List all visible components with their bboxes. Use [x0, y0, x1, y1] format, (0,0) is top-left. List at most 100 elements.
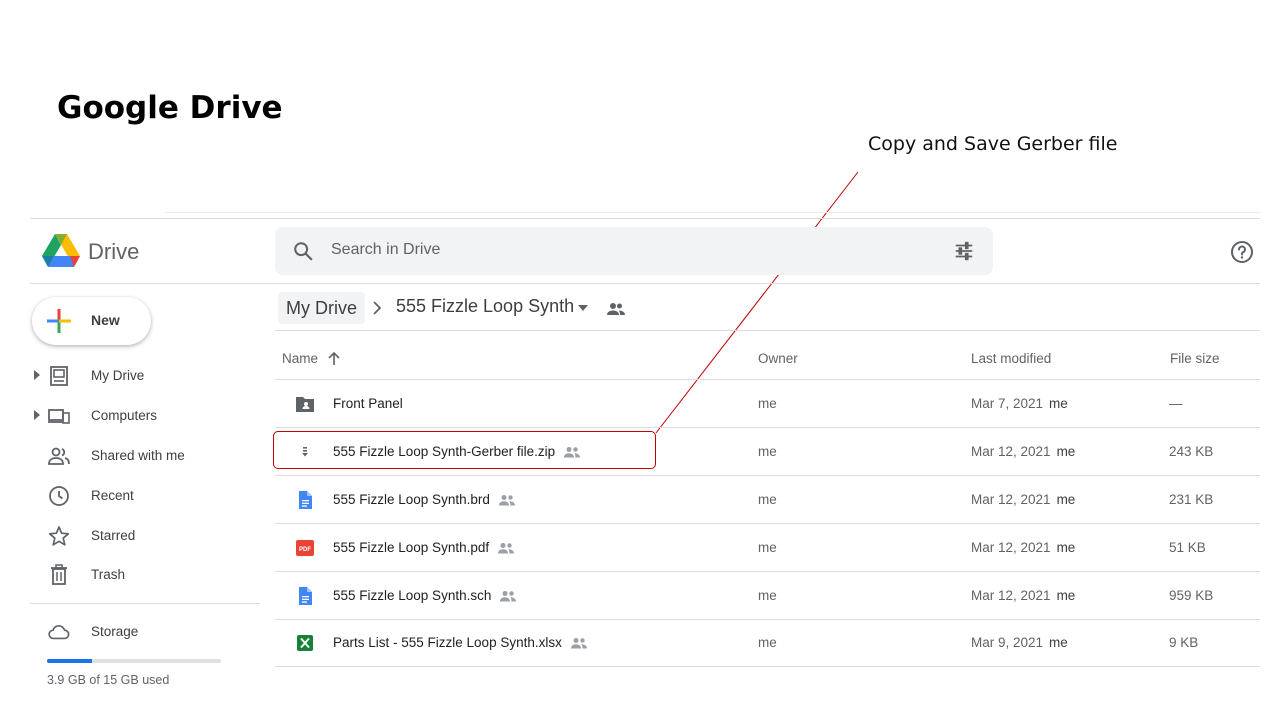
sidebar-item-starred[interactable]: Starred: [30, 516, 260, 556]
table-row[interactable]: Front Panel me Mar 7, 2021 me —: [275, 380, 1260, 428]
modified-by: me: [1049, 396, 1068, 411]
file-size: 231 KB: [1169, 492, 1214, 507]
file-last-modified: Mar 12, 2021 me: [971, 588, 1075, 603]
search-icon[interactable]: [292, 240, 314, 262]
file-last-modified: Mar 9, 2021 me: [971, 635, 1068, 650]
file-owner: me: [758, 444, 777, 459]
plus-icon: [47, 309, 71, 333]
shared-people-icon: [498, 543, 515, 554]
slide-title: Google Drive: [57, 90, 283, 126]
breadcrumb-current-folder[interactable]: 555 Fizzle Loop Synth: [396, 296, 574, 317]
expand-caret-icon[interactable]: [33, 370, 41, 380]
chevron-right-icon: [373, 301, 382, 315]
file-size: 959 KB: [1169, 588, 1214, 603]
file-owner: me: [758, 396, 777, 411]
storage-usage-fill: [47, 659, 93, 663]
sidebar-item-label: Recent: [91, 488, 134, 503]
table-row[interactable]: PDF 555 Fizzle Loop Synth.pdf me Mar 12,…: [275, 524, 1260, 572]
shared-people-icon: [500, 591, 517, 602]
shared-icon: [48, 447, 70, 465]
sidebar-item-my-drive[interactable]: My Drive: [30, 356, 260, 396]
column-header-file-size[interactable]: File size: [1170, 351, 1220, 366]
divider: [275, 330, 1260, 331]
file-name-text: 555 Fizzle Loop Synth.pdf: [333, 540, 490, 555]
divider: [165, 212, 1260, 213]
file-name[interactable]: 555 Fizzle Loop Synth.sch: [333, 588, 517, 603]
column-header-owner[interactable]: Owner: [758, 351, 798, 366]
shared-people-icon: [570, 638, 587, 649]
divider: [30, 283, 1260, 284]
sidebar-item-recent[interactable]: Recent: [30, 476, 260, 516]
file-last-modified: Mar 12, 2021 me: [971, 444, 1075, 459]
modified-date: Mar 7, 2021: [971, 396, 1044, 411]
document-file-icon: [299, 587, 312, 605]
file-name[interactable]: 555 Fizzle Loop Synth.brd: [333, 492, 516, 507]
trash-icon: [51, 564, 67, 585]
pdf-file-icon: PDF: [296, 540, 314, 556]
sidebar-item-label: Trash: [91, 567, 126, 582]
callout-text: Copy and Save Gerber file: [868, 133, 1118, 155]
file-name-text: Parts List - 555 Fizzle Loop Synth.xlsx: [333, 635, 562, 650]
modified-by: me: [1056, 588, 1076, 603]
sidebar-item-label: Storage: [91, 624, 139, 639]
divider: [30, 218, 1260, 219]
file-name[interactable]: 555 Fizzle Loop Synth.pdf: [333, 540, 515, 555]
file-name-text: 555 Fizzle Loop Synth.sch: [333, 588, 492, 603]
svg-text:PDF: PDF: [299, 547, 311, 553]
divider: [30, 603, 260, 604]
sidebar-item-shared-with-me[interactable]: Shared with me: [30, 436, 260, 476]
sidebar-item-label: Starred: [91, 528, 136, 543]
shared-people-icon: [498, 495, 515, 506]
file-name-text: 555 Fizzle Loop Synth.brd: [333, 492, 490, 507]
file-last-modified: Mar 12, 2021 me: [971, 540, 1075, 555]
column-header-last-modified[interactable]: Last modified: [971, 351, 1051, 366]
callout-highlight-box: [273, 431, 656, 469]
modified-date: Mar 12, 2021: [971, 540, 1051, 555]
column-header-name[interactable]: Name: [282, 351, 318, 366]
my-drive-icon: [50, 366, 68, 386]
shared-folder-people-icon[interactable]: [607, 300, 625, 318]
expand-caret-icon[interactable]: [33, 410, 41, 420]
cloud-icon: [48, 625, 70, 640]
modified-date: Mar 9, 2021: [971, 635, 1044, 650]
search-input[interactable]: [331, 241, 891, 259]
sidebar-item-trash[interactable]: Trash: [30, 555, 260, 595]
clock-icon: [49, 486, 69, 506]
brand-name[interactable]: Drive: [88, 239, 139, 265]
drive-logo-icon[interactable]: [42, 234, 80, 268]
table-row[interactable]: 555 Fizzle Loop Synth.brd me Mar 12, 202…: [275, 476, 1260, 524]
document-file-icon: [299, 491, 312, 509]
help-icon[interactable]: [1230, 240, 1254, 264]
sidebar-item-label: Shared with me: [91, 448, 185, 463]
table-row[interactable]: 555 Fizzle Loop Synth.sch me Mar 12, 202…: [275, 572, 1260, 620]
file-owner: me: [758, 540, 777, 555]
modified-by: me: [1056, 540, 1076, 555]
file-name[interactable]: Parts List - 555 Fizzle Loop Synth.xlsx: [333, 635, 588, 650]
modified-date: Mar 12, 2021: [971, 444, 1051, 459]
file-last-modified: Mar 12, 2021 me: [971, 492, 1075, 507]
file-owner: me: [758, 635, 777, 650]
file-name[interactable]: Front Panel: [333, 396, 403, 411]
file-owner: me: [758, 588, 777, 603]
sort-ascending-icon[interactable]: [327, 351, 341, 366]
modified-by: me: [1056, 444, 1076, 459]
file-size: —: [1169, 396, 1183, 411]
sidebar-item-computers[interactable]: Computers: [30, 396, 260, 436]
star-icon: [48, 526, 70, 546]
modified-by: me: [1049, 635, 1068, 650]
new-button[interactable]: New: [32, 297, 151, 345]
dropdown-arrow-icon[interactable]: [577, 302, 589, 314]
breadcrumb-my-drive[interactable]: My Drive: [278, 292, 365, 324]
file-size: 243 KB: [1169, 444, 1214, 459]
file-name-text: Front Panel: [333, 396, 403, 411]
computers-icon: [48, 409, 70, 424]
modified-date: Mar 12, 2021: [971, 588, 1051, 603]
sidebar-item-label: Computers: [91, 408, 158, 423]
table-row[interactable]: Parts List - 555 Fizzle Loop Synth.xlsx …: [275, 619, 1260, 667]
modified-by: me: [1056, 492, 1076, 507]
sidebar-item-storage[interactable]: Storage: [30, 612, 260, 652]
sidebar-item-label: My Drive: [91, 368, 145, 383]
search-bar[interactable]: [275, 227, 993, 275]
storage-usage-text: 3.9 GB of 15 GB used: [47, 673, 170, 687]
search-options-icon[interactable]: [953, 240, 975, 262]
